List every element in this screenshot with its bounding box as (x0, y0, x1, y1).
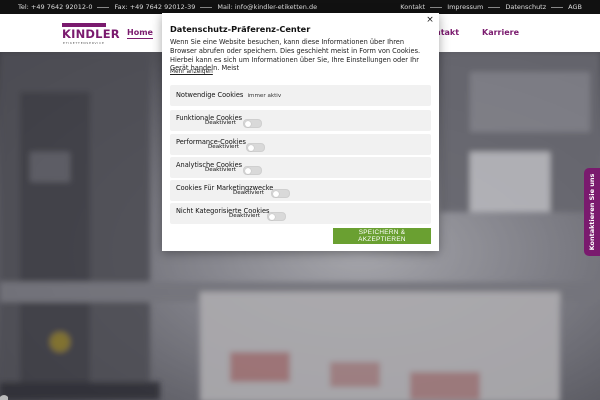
pref-status: Deaktiviert (233, 190, 264, 196)
pref-uncategorized-cookies[interactable]: Nicht Kategorisierte Cookies Deaktiviert (170, 203, 431, 224)
pref-marketing-cookies[interactable]: Cookies Für Marketingzwecke Deaktiviert (170, 180, 431, 201)
nav-karriere[interactable]: Karriere (482, 28, 519, 37)
pref-status: Deaktiviert (208, 144, 239, 150)
show-more-link[interactable]: Mehr anzeigen (170, 69, 213, 75)
topbar-link-impressum[interactable]: Impressum (447, 3, 483, 11)
divider (551, 6, 564, 8)
toggle-switch[interactable] (267, 212, 286, 221)
logo-subtitle: ETIKETTENSERVICE (63, 41, 105, 45)
divider (488, 6, 501, 8)
nav-home[interactable]: Home (127, 28, 153, 39)
pref-label: Notwendige Cookies immer aktiv (176, 91, 281, 99)
toggle-switch[interactable] (246, 143, 265, 152)
pref-status: Deaktiviert (205, 167, 236, 173)
pref-status: Deaktiviert (205, 120, 236, 126)
phone-text: Tel: +49 7642 92012-0 (18, 3, 93, 11)
privacy-preference-modal: Datenschutz-Präferenz-Center × Wenn Sie … (162, 13, 439, 251)
logo-wordmark: KINDLER (62, 27, 120, 41)
fax-text: Fax: +49 7642 92012-39 (114, 3, 196, 11)
pref-analytic-cookies[interactable]: Analytische Cookies Deaktiviert (170, 157, 431, 178)
pref-status: Deaktiviert (229, 213, 260, 219)
pref-functional-cookies[interactable]: Funktionale Cookies Deaktiviert (170, 110, 431, 131)
always-active-badge: immer aktiv (247, 93, 282, 99)
side-tab-label: Kontaktieren Sie uns (588, 173, 596, 251)
contact-side-tab[interactable]: Kontaktieren Sie uns (584, 168, 600, 256)
toggle-switch[interactable] (243, 119, 262, 128)
mail-link[interactable]: Mail: info@kindler-etiketten.de (217, 3, 317, 11)
save-and-accept-button[interactable]: SPEICHERN & AKZEPTIEREN (333, 228, 431, 244)
pref-performance-cookies[interactable]: Performance-Cookies Deaktiviert (170, 134, 431, 155)
topbar-link-kontakt[interactable]: Kontakt (400, 3, 425, 11)
modal-title: Datenschutz-Präferenz-Center (170, 24, 311, 34)
divider (200, 6, 213, 8)
toggle-switch[interactable] (271, 189, 290, 198)
carousel-arrow-icon[interactable] (0, 392, 8, 400)
pref-necessary-cookies[interactable]: Notwendige Cookies immer aktiv (170, 85, 431, 106)
close-icon[interactable]: × (425, 15, 435, 25)
topbar-link-agb[interactable]: AGB (568, 3, 582, 11)
toggle-switch[interactable] (243, 166, 262, 175)
kindler-logo[interactable]: KINDLER ETIKETTENSERVICE (62, 23, 120, 45)
pref-label-text: Notwendige Cookies (176, 91, 244, 99)
top-contact-bar: Tel: +49 7642 92012-0 Fax: +49 7642 9201… (0, 0, 600, 14)
topbar-link-datenschutz[interactable]: Datenschutz (505, 3, 546, 11)
divider (430, 6, 443, 8)
divider (97, 6, 110, 8)
